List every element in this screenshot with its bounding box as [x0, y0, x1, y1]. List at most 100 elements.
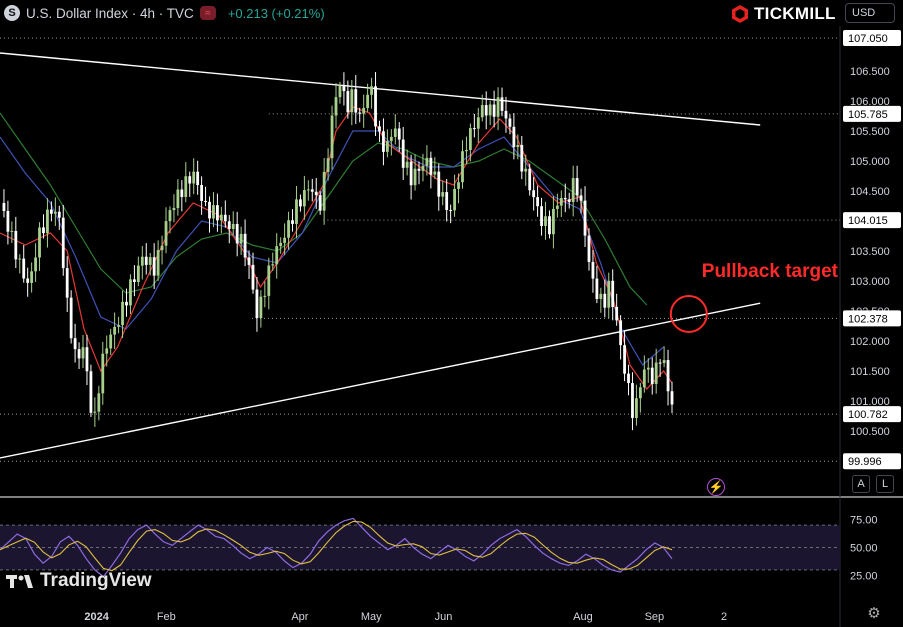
candle: [113, 312, 117, 350]
candle: [34, 243, 37, 282]
candle: [85, 334, 89, 386]
candle-body: [457, 182, 460, 189]
candle-body: [552, 208, 555, 235]
candle-body: [38, 227, 41, 258]
candle: [57, 205, 61, 230]
candle-body: [453, 188, 456, 211]
candle: [136, 256, 140, 287]
candle: [77, 342, 81, 370]
time-axis: 2024 Feb Apr May Jun Aug Sep 2: [84, 611, 727, 623]
candle: [18, 254, 22, 274]
candle-body: [85, 347, 89, 372]
gear-icon[interactable]: ⚙: [866, 606, 882, 622]
candle-body: [302, 190, 306, 207]
candle-body: [287, 220, 290, 238]
candle: [465, 136, 468, 165]
candle: [638, 382, 642, 413]
candle: [172, 194, 176, 223]
lightning-icon[interactable]: ⚡: [707, 478, 725, 496]
candle: [259, 290, 263, 328]
candle-body: [14, 230, 18, 260]
candle: [156, 240, 160, 281]
candle-body: [603, 293, 607, 308]
candle-body: [46, 209, 49, 234]
candle-body: [627, 373, 630, 384]
candle: [488, 100, 492, 126]
candle: [666, 349, 670, 406]
candle-body: [188, 176, 192, 184]
candle-body: [528, 168, 532, 191]
candle-body: [508, 118, 512, 127]
candle-body: [583, 200, 587, 236]
candle: [275, 233, 279, 279]
candle-body: [129, 279, 132, 306]
candle-body: [548, 216, 551, 235]
candle: [318, 191, 322, 215]
moving-averages: [0, 106, 673, 390]
candle-body: [42, 227, 45, 234]
candle: [642, 355, 646, 393]
candle: [544, 201, 547, 240]
candle-body: [461, 151, 464, 183]
symbol-title[interactable]: U.S. Dollar Index · 4h · TVC: [26, 6, 194, 21]
candle-body: [6, 210, 10, 232]
candle-body: [117, 325, 120, 327]
candle: [599, 287, 603, 313]
candle: [382, 118, 385, 166]
candle: [370, 77, 373, 109]
candle: [184, 162, 188, 203]
candle-body: [172, 207, 176, 211]
rsi-tick-label: 50.00: [850, 543, 878, 555]
candle-body: [295, 199, 298, 224]
candle: [393, 114, 397, 145]
currency-selector[interactable]: USD: [845, 3, 895, 23]
candle-body: [73, 338, 77, 350]
price-label-text: 100.782: [848, 409, 888, 421]
candle-body: [121, 301, 124, 326]
candle: [73, 323, 77, 363]
candle-body: [216, 205, 219, 221]
candle-body: [346, 91, 350, 113]
candle-body: [623, 345, 626, 374]
candle: [571, 165, 575, 217]
candle-body: [571, 178, 575, 203]
market-status-icon[interactable]: ≈: [199, 6, 216, 20]
target-circle: [669, 295, 708, 333]
price-tick-label: 105.000: [850, 156, 890, 168]
candle: [310, 178, 314, 202]
log-scale-button[interactable]: L: [876, 475, 894, 493]
candle: [591, 250, 595, 293]
candle: [283, 223, 287, 256]
price-axis: 100.500101.000101.500102.000102.500103.0…: [843, 30, 901, 470]
candle-body: [666, 360, 670, 392]
candle-body: [591, 261, 595, 279]
candle-body: [53, 211, 57, 214]
candle-body: [611, 280, 615, 307]
candle-body: [413, 168, 417, 186]
candle: [176, 179, 180, 216]
candle-body: [208, 201, 211, 219]
candle: [595, 265, 599, 304]
currency-value: USD: [852, 7, 876, 19]
symbol-logo-icon: S: [4, 5, 20, 21]
price-label-text: 99.996: [848, 456, 882, 468]
price-tick-label: 103.000: [850, 276, 890, 288]
candle: [437, 163, 441, 211]
candle-body: [271, 264, 275, 266]
tradingview-logo-icon: [6, 575, 33, 588]
time-tick-label: Apr: [291, 611, 308, 623]
candle-body: [476, 117, 480, 129]
candle: [89, 364, 93, 417]
price-chart[interactable]: Pullback target 100.500101.000101.500102…: [0, 0, 903, 627]
candle-body: [125, 301, 128, 306]
candle: [476, 107, 480, 143]
candle-body: [575, 178, 579, 196]
candle: [267, 257, 271, 310]
auto-scale-button[interactable]: A: [852, 475, 870, 493]
candle-body: [658, 362, 662, 364]
broker-logo: TICKMILL: [730, 2, 836, 26]
candle-body: [405, 161, 409, 168]
candle: [619, 315, 623, 360]
candle-body: [472, 128, 476, 130]
candle: [46, 198, 49, 248]
